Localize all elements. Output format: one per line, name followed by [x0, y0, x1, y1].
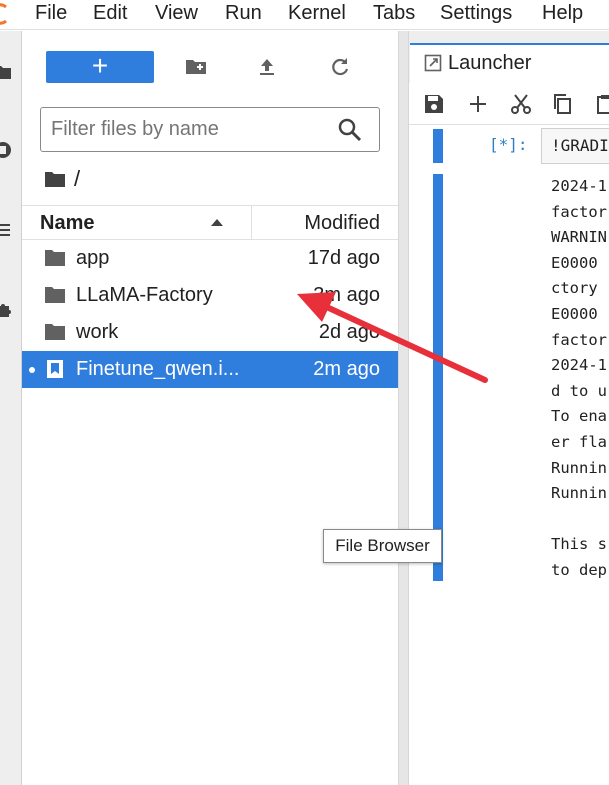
- output-line: factor: [551, 330, 607, 349]
- column-header-modified[interactable]: Modified: [304, 206, 380, 240]
- activity-bar: [0, 31, 22, 785]
- filter-files-input[interactable]: [51, 114, 331, 144]
- file-name: LLaMA-Factory: [76, 284, 213, 306]
- output-line: to dep: [551, 560, 607, 579]
- extension-manager-icon[interactable]: [0, 301, 12, 319]
- menu-file[interactable]: File: [35, 0, 67, 26]
- filter-files-box: [40, 107, 380, 152]
- output-line: This s: [551, 535, 607, 554]
- menu-edit[interactable]: Edit: [93, 0, 127, 26]
- file-name: Finetune_qwen.i...: [76, 358, 240, 380]
- refresh-icon[interactable]: [328, 55, 352, 79]
- file-modified: 2m ago: [313, 358, 380, 380]
- file-browser-panel: + / Name Modified app 17d ago: [22, 31, 398, 785]
- code-cell-editor[interactable]: !GRADI: [541, 128, 609, 164]
- menu-view[interactable]: View: [155, 0, 198, 26]
- list-item[interactable]: app 17d ago: [22, 240, 398, 277]
- copy-icon[interactable]: [552, 93, 574, 115]
- code-text: !GRADI: [551, 136, 609, 155]
- new-launcher-button[interactable]: +: [46, 51, 154, 83]
- output-line: WARNIN: [551, 228, 607, 247]
- menu-help[interactable]: Help: [542, 0, 583, 26]
- cell-output: 2024-1 factor WARNIN E0000 ctory E0000 f…: [551, 174, 609, 584]
- launcher-icon: [424, 54, 442, 72]
- output-collapser[interactable]: [433, 174, 443, 581]
- tab-launcher[interactable]: Launcher: [410, 43, 609, 83]
- output-line: factor: [551, 202, 607, 221]
- sort-ascending-icon[interactable]: [211, 219, 223, 226]
- list-item[interactable]: work 2d ago: [22, 314, 398, 351]
- output-line: Runnin: [551, 484, 607, 503]
- file-modified: 2d ago: [318, 321, 380, 343]
- breadcrumb-root[interactable]: /: [74, 166, 80, 192]
- output-line: E0000: [551, 304, 598, 323]
- new-folder-icon[interactable]: [184, 55, 208, 79]
- output-line: ctory: [551, 279, 598, 298]
- cell-prompt: [*]:: [489, 135, 528, 154]
- menu-tabs[interactable]: Tabs: [373, 0, 415, 26]
- file-name: app: [76, 247, 110, 269]
- file-modified: 3m ago: [313, 284, 380, 306]
- menu-settings[interactable]: Settings: [440, 0, 512, 26]
- output-line: Runnin: [551, 458, 607, 477]
- output-line: To ena: [551, 407, 607, 426]
- file-modified: 17d ago: [307, 247, 380, 269]
- tab-bar: Launcher: [409, 31, 609, 83]
- folder-icon[interactable]: [0, 63, 12, 81]
- folder-icon[interactable]: [44, 170, 66, 188]
- column-header-name[interactable]: Name: [40, 206, 94, 240]
- insert-cell-icon[interactable]: [467, 93, 489, 115]
- output-line: 2024-1: [551, 356, 607, 375]
- file-list-header: Name Modified: [22, 205, 398, 240]
- output-line: d to u: [551, 381, 607, 400]
- folder-icon: [45, 324, 65, 340]
- running-indicator: [29, 367, 35, 373]
- menu-kernel[interactable]: Kernel: [288, 0, 346, 26]
- table-of-contents-icon[interactable]: [0, 221, 12, 239]
- search-icon[interactable]: [337, 117, 363, 143]
- output-line: 2024-1: [551, 177, 607, 195]
- panel-splitter[interactable]: [398, 31, 409, 785]
- output-line: E0000: [551, 253, 598, 272]
- output-line: er fla: [551, 432, 607, 451]
- column-divider[interactable]: [251, 206, 252, 240]
- running-kernels-icon[interactable]: [0, 141, 12, 159]
- menu-run[interactable]: Run: [225, 0, 262, 26]
- folder-icon: [45, 250, 65, 266]
- jupyter-logo-icon[interactable]: [0, 3, 8, 25]
- notebook-icon: [47, 360, 63, 378]
- tooltip-file-browser: File Browser: [323, 529, 442, 563]
- tab-label: Launcher: [448, 52, 532, 74]
- cell-collapser[interactable]: [433, 129, 443, 163]
- notebook-toolbar: [409, 83, 609, 125]
- file-name: work: [76, 321, 119, 343]
- list-item-selected[interactable]: Finetune_qwen.i... 2m ago: [22, 351, 398, 388]
- main-work-area: Launcher [*]: !GRADI 2024-1 factor WARNI…: [409, 31, 609, 785]
- menu-bar: File Edit View Run Kernel Tabs Settings …: [0, 0, 609, 30]
- save-icon[interactable]: [423, 93, 445, 115]
- cut-icon[interactable]: [510, 93, 532, 115]
- folder-icon: [45, 287, 65, 303]
- list-item[interactable]: LLaMA-Factory 3m ago: [22, 277, 398, 314]
- upload-icon[interactable]: [255, 55, 279, 79]
- paste-icon[interactable]: [595, 93, 609, 115]
